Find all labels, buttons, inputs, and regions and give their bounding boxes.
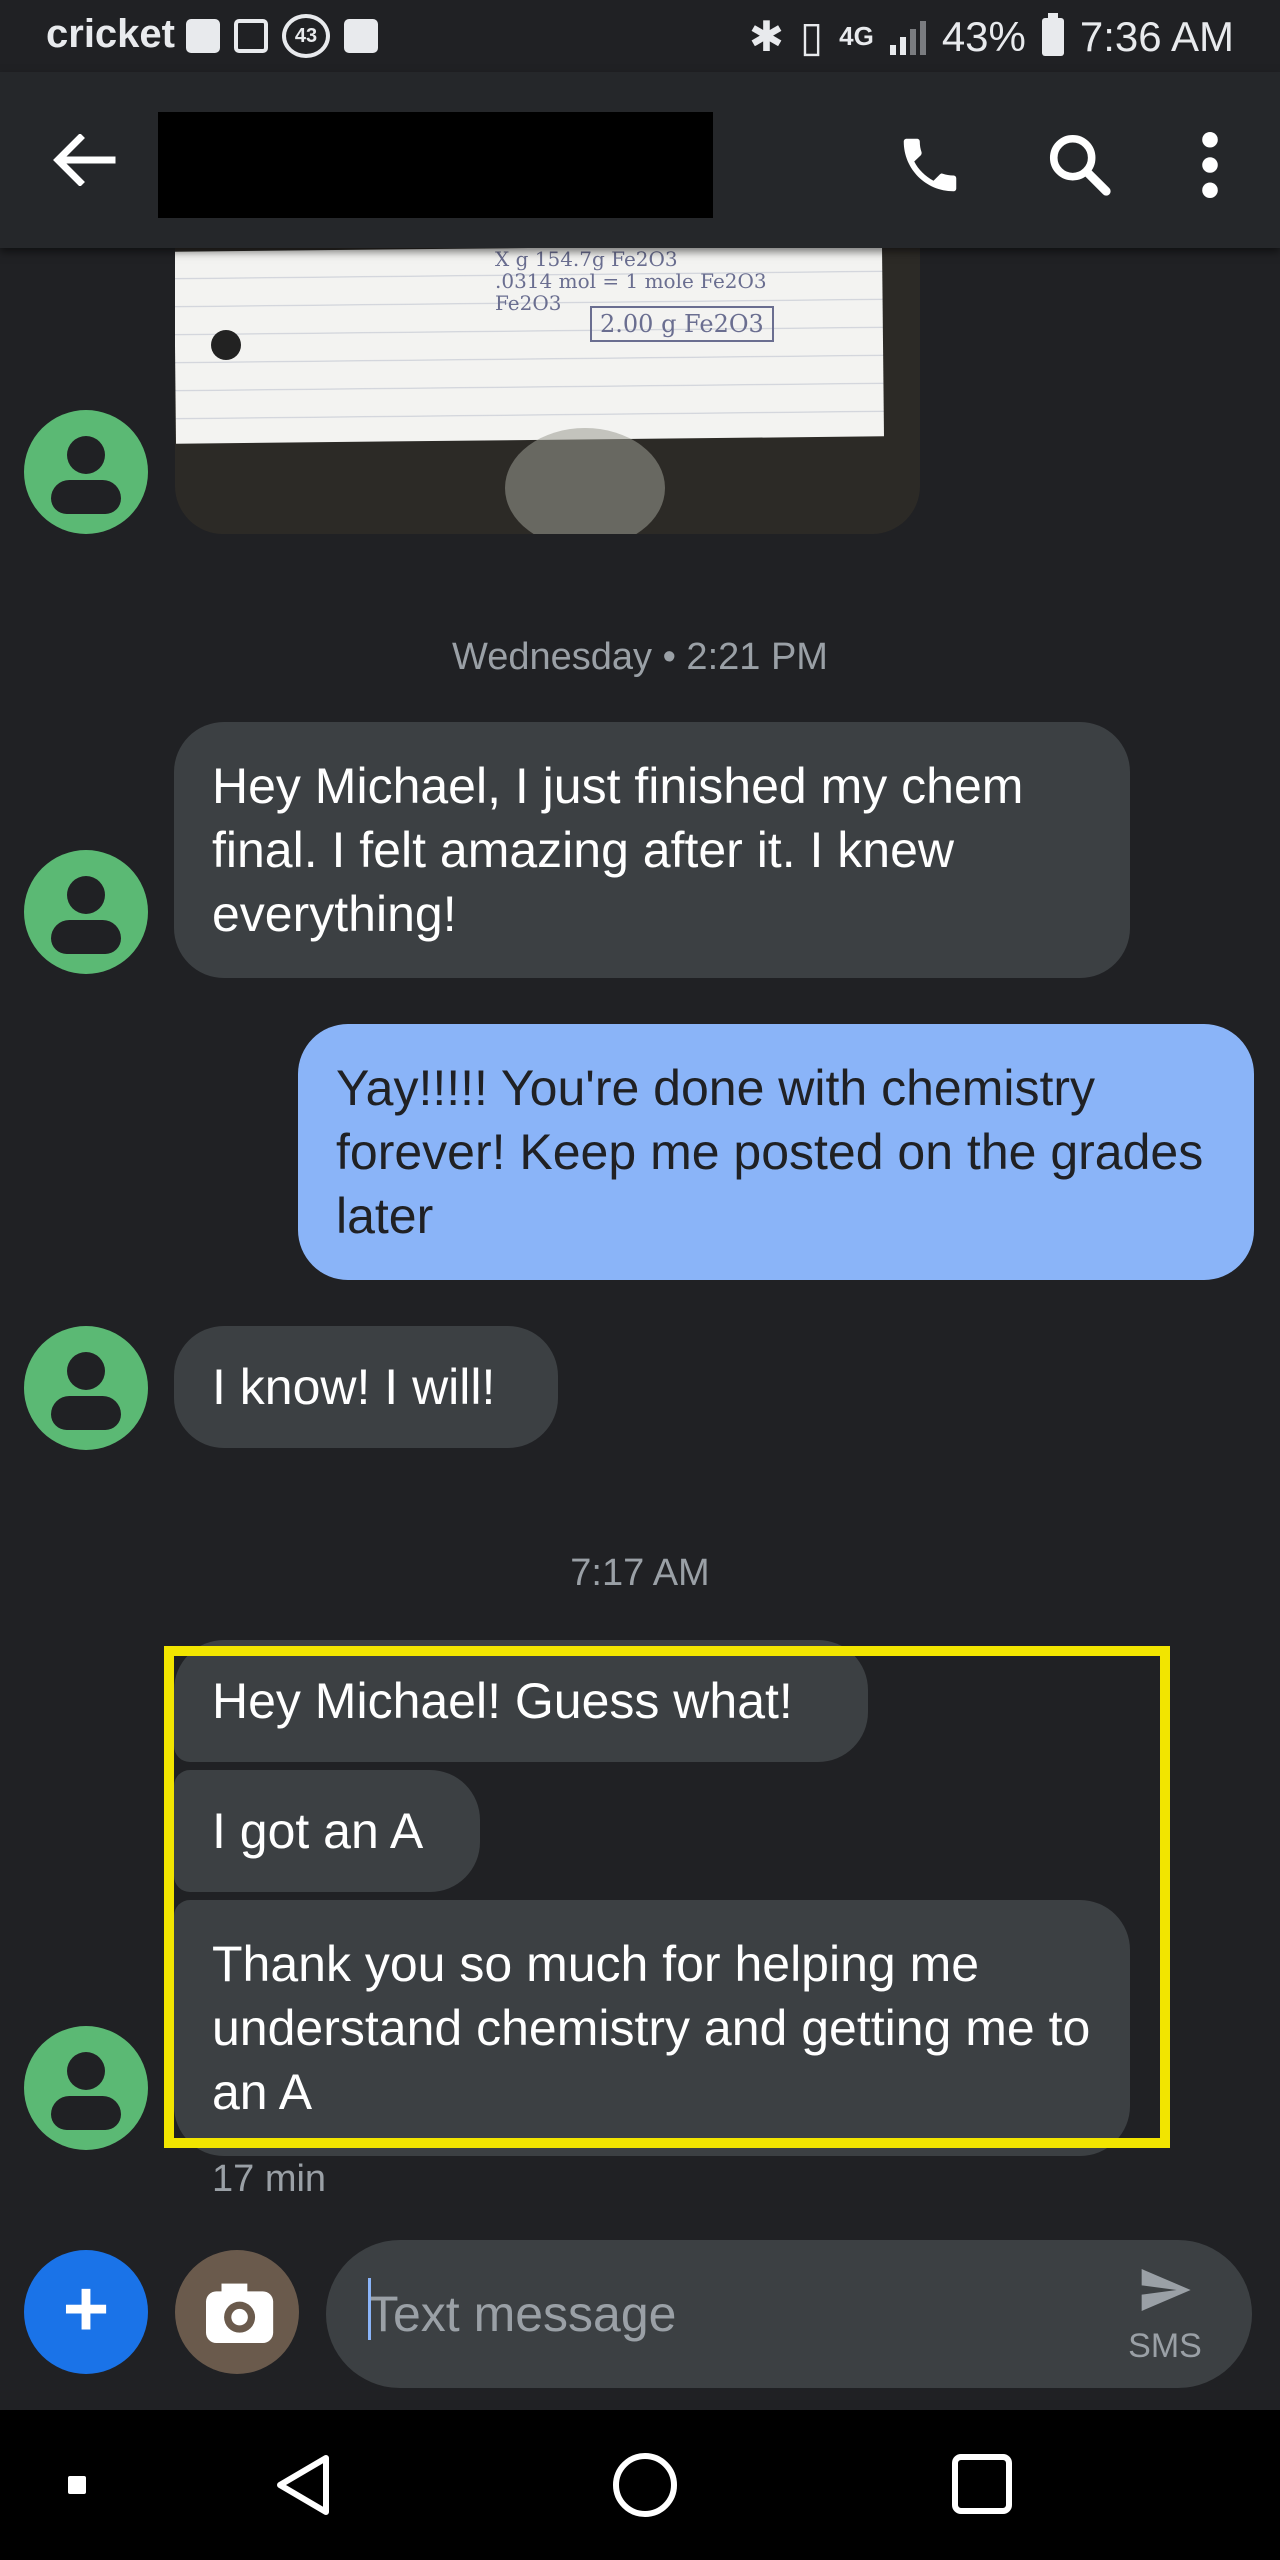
image-message[interactable]: X g 154.7g Fe2O3 .0314 mol = 1 mole Fe2O… xyxy=(175,248,920,534)
camera-button[interactable] xyxy=(175,2250,299,2374)
nav-indicator-icon xyxy=(68,2476,86,2494)
outgoing-message[interactable]: Yay!!!!! You're done with chemistry fore… xyxy=(298,1024,1254,1280)
contact-avatar[interactable] xyxy=(24,410,148,534)
system-navigation-bar xyxy=(0,2410,1280,2560)
add-attachment-button[interactable]: + xyxy=(24,2250,148,2374)
status-bar: cricket 43 ✱ ▯ 4G 43% 7:36 AM xyxy=(0,0,1280,72)
incoming-message[interactable]: I got an A xyxy=(174,1770,480,1892)
text-cursor xyxy=(368,2278,371,2340)
contact-name-redacted xyxy=(158,112,713,218)
nav-recents-icon[interactable] xyxy=(952,2454,1012,2514)
incoming-message[interactable]: Hey Michael! Guess what! xyxy=(174,1640,868,1762)
notification-count-badge: 43 xyxy=(282,14,330,58)
contact-avatar[interactable] xyxy=(24,850,148,974)
phone-icon[interactable] xyxy=(895,130,965,200)
more-vert-icon[interactable] xyxy=(1190,130,1230,200)
incoming-message[interactable]: Thank you so much for helping me underst… xyxy=(174,1900,1130,2156)
note-line: X g 154.7g Fe2O3 xyxy=(495,248,678,271)
send-icon xyxy=(1141,2269,1191,2311)
contact-avatar[interactable] xyxy=(24,1326,148,1450)
compose-bar: + SMS xyxy=(0,2234,1280,2410)
nav-home-icon[interactable] xyxy=(610,2450,680,2520)
activity-icon xyxy=(344,19,378,53)
message-input[interactable] xyxy=(326,2240,1252,2388)
clock: 7:36 AM xyxy=(1079,12,1234,60)
notification-icons: 43 xyxy=(186,14,378,58)
battery-percent: 43% xyxy=(941,12,1026,60)
carrier-label: cricket xyxy=(46,12,175,56)
signal-icon xyxy=(889,19,926,55)
lte-icon: 4G xyxy=(839,21,874,51)
incoming-message[interactable]: Hey Michael, I just finished my chem fin… xyxy=(174,722,1130,978)
status-right: ✱ ▯ 4G 43% 7:36 AM xyxy=(749,12,1234,61)
camera-icon xyxy=(206,2283,274,2343)
search-icon[interactable] xyxy=(1045,130,1115,200)
send-mode-label: SMS xyxy=(1128,2327,1202,2365)
battery-icon xyxy=(1041,12,1064,56)
fabric-background xyxy=(505,428,665,534)
boxed-answer: 2.00 g Fe2O3 xyxy=(590,306,774,342)
paper-hole xyxy=(211,330,241,360)
vibrate-icon: ▯ xyxy=(800,13,824,60)
timestamp-divider: Wednesday • 2:21 PM xyxy=(452,636,828,678)
calendar-icon xyxy=(234,19,268,53)
conversation-app-bar xyxy=(0,72,1280,248)
contact-avatar[interactable] xyxy=(24,2026,148,2150)
note-line: .0314 mol = 1 mole Fe2O3 xyxy=(495,269,767,293)
nav-back-icon[interactable] xyxy=(270,2450,340,2520)
timestamp-divider: 7:17 AM xyxy=(570,1552,710,1594)
message-time: 17 min xyxy=(212,2158,327,2200)
handwritten-notes: X g 154.7g Fe2O3 .0314 mol = 1 mole Fe2O… xyxy=(495,248,767,314)
message-notification-icon xyxy=(186,19,220,53)
incoming-message[interactable]: I know! I will! xyxy=(174,1326,558,1448)
back-arrow-icon[interactable] xyxy=(52,134,116,186)
bluetooth-icon: ✱ xyxy=(748,13,785,60)
send-button[interactable]: SMS xyxy=(1120,2262,1210,2372)
